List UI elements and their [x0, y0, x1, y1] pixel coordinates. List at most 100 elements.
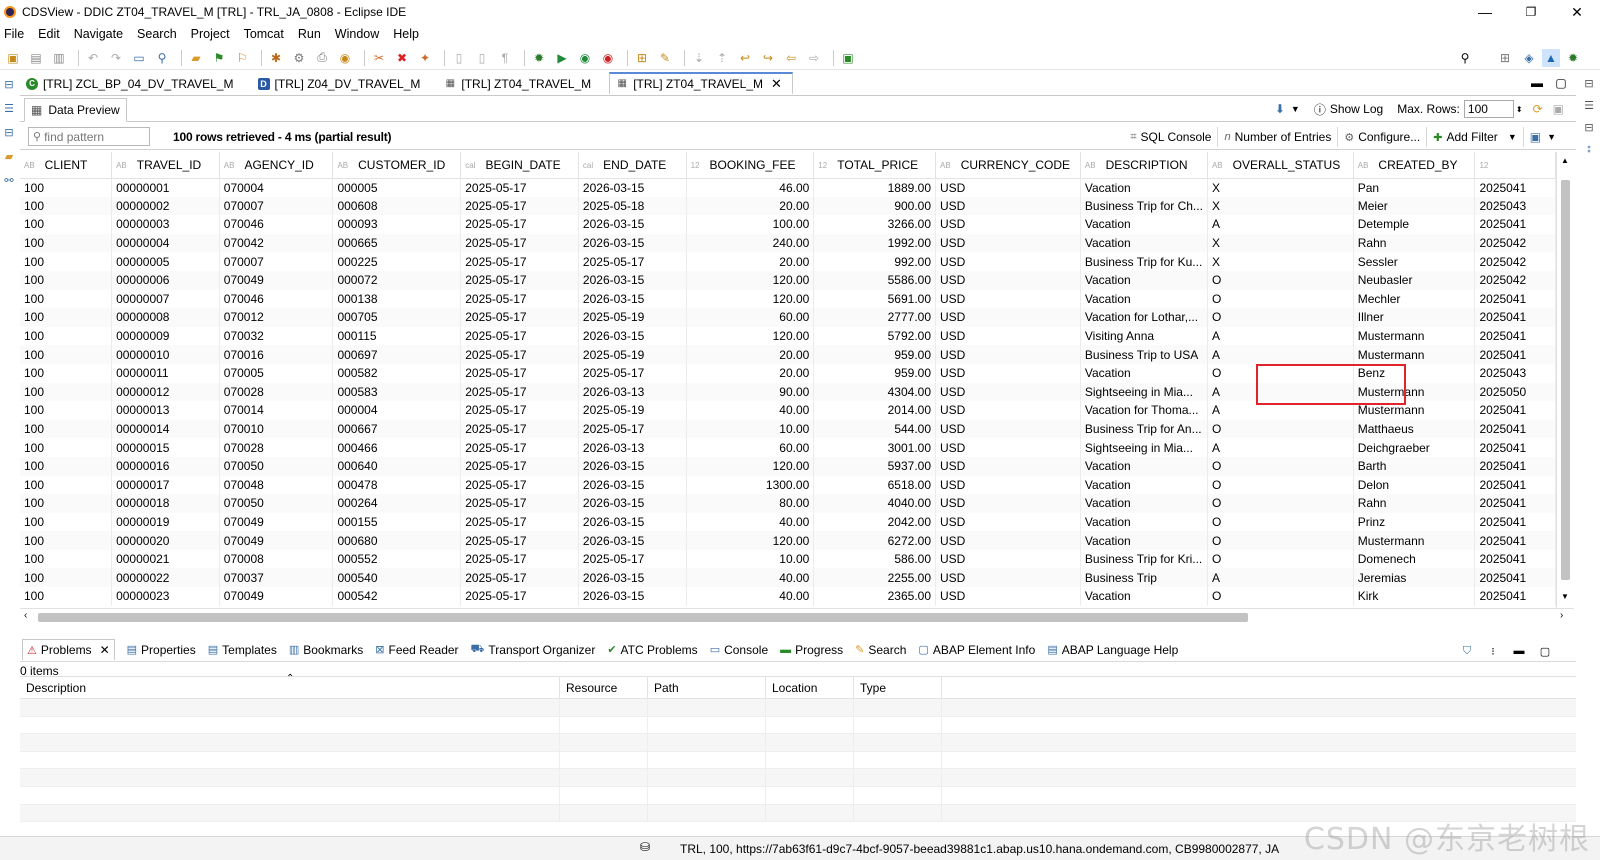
- menu-tomcat[interactable]: Tomcat: [244, 27, 284, 41]
- table-cell[interactable]: 070049: [219, 587, 334, 606]
- table-cell[interactable]: 2026-03-15: [578, 270, 687, 290]
- table-cell[interactable]: 2777.00: [813, 308, 937, 327]
- table-cell[interactable]: 070037: [219, 568, 334, 588]
- table-cell[interactable]: 2025-05-17: [460, 363, 579, 383]
- table-cell[interactable]: 00000015: [111, 438, 220, 457]
- table-cell[interactable]: 2025-05-17: [460, 531, 579, 550]
- folder-icon[interactable]: ▰: [0, 147, 18, 165]
- activate-icon[interactable]: ⚑: [210, 49, 228, 67]
- maximize-editor-icon[interactable]: ▢: [1552, 74, 1570, 92]
- table-cell[interactable]: USD: [935, 215, 1081, 234]
- table-cell[interactable]: Business Trip for Ku...: [1080, 252, 1208, 271]
- table-cell[interactable]: 100: [20, 308, 113, 327]
- table-cell[interactable]: 2025041: [1474, 531, 1556, 550]
- table-cell[interactable]: USD: [935, 549, 1081, 569]
- table-row[interactable]: 100 00000011 070005 000582 2025-05-17 2025-05…: [20, 363, 1556, 383]
- table-cell[interactable]: 2025-05-17: [460, 419, 579, 439]
- table-cell[interactable]: 000582: [332, 363, 462, 383]
- table-cell[interactable]: Meier: [1353, 196, 1476, 216]
- horizontal-scroll-thumb[interactable]: [38, 613, 1248, 622]
- table-cell[interactable]: 2025-05-17: [460, 252, 579, 271]
- table-cell[interactable]: 00000012: [111, 382, 220, 402]
- table-cell[interactable]: 00000010: [111, 345, 220, 364]
- table-cell[interactable]: 070046: [219, 289, 334, 309]
- table-cell[interactable]: 2025-05-17: [460, 345, 579, 364]
- vertical-scrollbar[interactable]: ▲ ▼: [1556, 152, 1574, 608]
- table-cell[interactable]: 2025-05-17: [578, 419, 687, 439]
- table-cell[interactable]: 2255.00: [813, 568, 937, 588]
- table-cell[interactable]: 000138: [332, 289, 462, 309]
- table-row[interactable]: 100 00000023 070049 000542 2025-05-17 2026-03…: [20, 587, 1556, 606]
- abap-perspective-icon[interactable]: ▲: [1542, 49, 1560, 67]
- column-header[interactable]: AB CUSTOMER_ID: [332, 152, 462, 179]
- editor-tab-zt04-travel-active[interactable]: ▦ [TRL] ZT04_TRAVEL_M ✕: [609, 72, 793, 95]
- table-cell[interactable]: 6518.00: [813, 475, 937, 495]
- table-cell[interactable]: 2026-03-13: [578, 438, 687, 457]
- table-cell[interactable]: 2025-05-17: [460, 178, 579, 197]
- table-cell[interactable]: 20.00: [686, 363, 815, 383]
- table-cell[interactable]: 90.00: [686, 382, 815, 402]
- table-cell[interactable]: 544.00: [813, 419, 937, 439]
- export-icon[interactable]: ⬇: [1275, 102, 1285, 116]
- table-cell[interactable]: 100: [20, 401, 113, 420]
- table-cell[interactable]: 000072: [332, 270, 462, 290]
- table-cell[interactable]: 2025-05-17: [460, 568, 579, 588]
- scroll-left-icon[interactable]: ‹: [24, 610, 27, 621]
- view-menu-icon[interactable]: ⁝: [1484, 642, 1502, 660]
- table-cell[interactable]: Vacation: [1080, 178, 1208, 197]
- column-header[interactable]: AB TRAVEL_ID: [111, 152, 220, 179]
- table-cell[interactable]: 2026-03-15: [578, 456, 687, 476]
- table-row[interactable]: 100 00000020 070049 000680 2025-05-17 2026-03…: [20, 531, 1556, 550]
- tab-progress[interactable]: ▬ Progress: [780, 643, 843, 657]
- table-cell[interactable]: O: [1207, 549, 1354, 569]
- add-filter-button[interactable]: ✚ Add Filter ▼: [1426, 127, 1523, 147]
- table-cell[interactable]: 2025-05-17: [460, 456, 579, 476]
- task-list-icon[interactable]: ⊟: [1580, 118, 1598, 136]
- tab-templates[interactable]: ▤ Templates: [208, 643, 277, 657]
- tab-problems[interactable]: ⚠ Problems ✕: [22, 639, 115, 660]
- table-row[interactable]: 100 00000015 070028 000466 2025-05-17 2026-03…: [20, 438, 1556, 457]
- table-cell[interactable]: 070050: [219, 456, 334, 476]
- table-cell[interactable]: USD: [935, 456, 1081, 476]
- table-cell[interactable]: 2025-05-17: [460, 401, 579, 420]
- table-cell[interactable]: Sessler: [1353, 252, 1476, 271]
- table-cell[interactable]: USD: [935, 568, 1081, 588]
- feature-explorer-icon[interactable]: ⦂: [1580, 140, 1598, 158]
- table-cell[interactable]: 00000016: [111, 456, 220, 476]
- number-of-entries-button[interactable]: n Number of Entries: [1217, 127, 1337, 147]
- table-cell[interactable]: Sightseeing in Mia...: [1080, 438, 1208, 457]
- back-edit-icon[interactable]: ↩: [736, 49, 754, 67]
- table-cell[interactable]: 00000014: [111, 419, 220, 439]
- table-cell[interactable]: 60.00: [686, 308, 815, 327]
- table-cell[interactable]: 959.00: [813, 363, 937, 383]
- forward-icon[interactable]: ⇨: [805, 49, 823, 67]
- table-cell[interactable]: 2025-05-17: [460, 308, 579, 327]
- menu-navigate[interactable]: Navigate: [74, 27, 123, 41]
- table-cell[interactable]: 2026-03-15: [578, 233, 687, 253]
- table-cell[interactable]: A: [1207, 345, 1354, 364]
- table-cell[interactable]: 000115: [332, 326, 462, 346]
- table-cell[interactable]: 00000022: [111, 568, 220, 588]
- chevron-down-icon[interactable]: ▼: [1547, 132, 1556, 142]
- editor-tab-z04-dv-travel[interactable]: D [TRL] Z04_DV_TRAVEL_M: [252, 72, 431, 95]
- table-cell[interactable]: 070007: [219, 252, 334, 271]
- table-cell[interactable]: 2026-03-15: [578, 494, 687, 513]
- table-cell[interactable]: 00000007: [111, 289, 220, 309]
- table-cell[interactable]: 2025043: [1474, 196, 1556, 216]
- table-cell[interactable]: 00000018: [111, 494, 220, 513]
- table-cell[interactable]: 2025042: [1474, 270, 1556, 290]
- minimize-view-icon[interactable]: ▬: [1510, 642, 1528, 660]
- dropdown-arrow-icon[interactable]: ▼: [1291, 104, 1300, 114]
- table-cell[interactable]: USD: [935, 531, 1081, 550]
- filter-icon[interactable]: ⛉: [1458, 642, 1476, 660]
- table-row[interactable]: 100 00000004 070042 000665 2025-05-17 2026-03…: [20, 233, 1556, 253]
- table-cell[interactable]: A: [1207, 326, 1354, 346]
- table-cell[interactable]: 100: [20, 345, 113, 364]
- pen-icon[interactable]: ✎: [656, 49, 674, 67]
- table-cell[interactable]: Mustermann: [1353, 326, 1476, 346]
- table-cell[interactable]: 000155: [332, 512, 462, 532]
- column-header[interactable]: 12: [1474, 152, 1556, 179]
- table-cell[interactable]: 2025-05-17: [460, 289, 579, 309]
- table-cell[interactable]: 5586.00: [813, 270, 937, 290]
- table-cell[interactable]: 100: [20, 494, 113, 513]
